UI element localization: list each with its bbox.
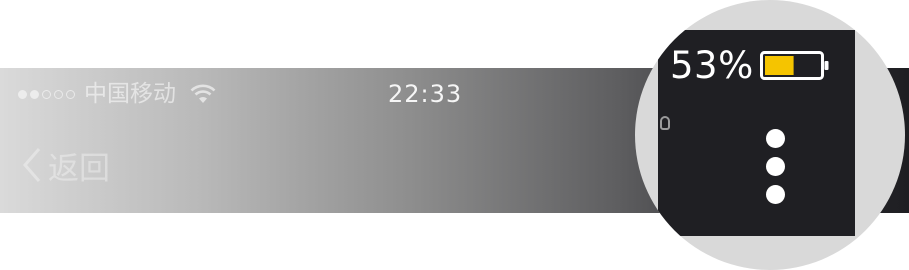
status-time: 22:33	[388, 80, 463, 108]
menu-dot	[766, 157, 785, 176]
wifi-icon	[190, 84, 216, 103]
menu-dot	[766, 129, 785, 148]
signal-dot	[66, 89, 75, 99]
chevron-left-icon	[23, 148, 41, 182]
signal-dot	[30, 89, 39, 99]
signal-dot	[18, 89, 27, 99]
signal-dot	[42, 89, 51, 99]
status-left: 中国移动	[18, 79, 216, 109]
battery-icon	[760, 51, 829, 80]
battery-percent: 53%	[670, 44, 754, 87]
more-menu-button[interactable]	[766, 129, 788, 207]
menu-dot	[766, 185, 785, 204]
battery-fill	[765, 56, 794, 75]
magnifier-circle: 53%	[635, 0, 905, 270]
lock-rotation-icon	[660, 116, 670, 130]
back-label: 返回	[48, 150, 110, 187]
signal-dot	[54, 89, 63, 99]
back-button[interactable]: 返回	[22, 143, 110, 187]
carrier-label: 中国移动	[84, 81, 176, 107]
